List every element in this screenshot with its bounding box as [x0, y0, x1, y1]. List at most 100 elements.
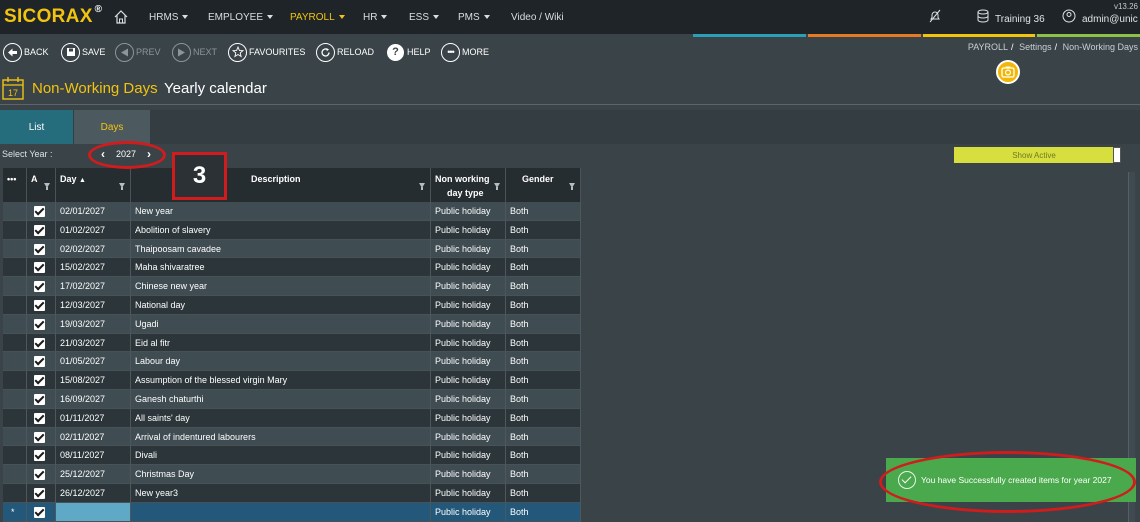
description-cell[interactable]: Abolition of slavery [131, 220, 431, 240]
description-cell[interactable]: Christmas Day [131, 465, 431, 484]
nav-video-wiki[interactable]: Video / Wiki [511, 12, 564, 23]
next-button[interactable]: NEXT [172, 42, 217, 62]
description-cell[interactable]: Maha shivaratree [131, 258, 431, 278]
table-row[interactable]: 02/11/2027 Arrival of indentured labourer… [3, 427, 581, 447]
save-button[interactable]: SAVE [61, 42, 105, 62]
table-row[interactable]: 26/12/2027 New year3 Public holiday Both [3, 483, 581, 503]
gender-cell[interactable]: Both [506, 277, 581, 296]
day-type-cell[interactable]: Public holiday [431, 258, 506, 278]
day-cell[interactable]: 02/02/2027 [56, 239, 131, 259]
description-cell[interactable]: All saints' day [131, 408, 431, 428]
more-button[interactable]: ••• MORE [441, 42, 489, 62]
show-active-toggle-handle[interactable] [1113, 147, 1121, 163]
active-checkbox[interactable] [34, 393, 45, 405]
favourites-button[interactable]: FAVOURITES [228, 42, 305, 62]
description-cell[interactable]: Eid al fitr [131, 333, 431, 353]
active-checkbox[interactable] [34, 356, 45, 368]
new-row[interactable]: * Public holiday Both [3, 502, 581, 522]
gender-cell[interactable]: Both [506, 295, 581, 315]
day-cell[interactable]: 26/12/2027 [56, 483, 131, 503]
back-button[interactable]: BACK [3, 42, 49, 62]
description-cell[interactable]: Arrival of indentured labourers [131, 427, 431, 447]
active-checkbox[interactable] [34, 318, 45, 330]
filter-icon[interactable] [119, 183, 125, 190]
description-cell[interactable]: Divali [131, 446, 431, 466]
nav-payroll[interactable]: PAYROLL [290, 12, 345, 23]
day-cell[interactable]: 12/03/2027 [56, 295, 131, 315]
day-cell[interactable]: 01/02/2027 [56, 220, 131, 240]
breadcrumb-payroll[interactable]: PAYROLL [968, 42, 1008, 52]
day-cell[interactable]: 08/11/2027 [56, 446, 131, 466]
active-checkbox[interactable] [34, 337, 45, 349]
active-checkbox[interactable] [34, 469, 45, 481]
nav-pms[interactable]: PMS [458, 12, 490, 23]
gender-cell[interactable]: Both [506, 258, 581, 278]
table-row[interactable]: 02/01/2027 New year Public holiday Both [3, 202, 581, 221]
day-type-cell[interactable]: Public holiday [431, 295, 506, 315]
table-row[interactable]: 19/03/2027 Ugadi Public holiday Both [3, 314, 581, 334]
table-row[interactable]: 01/02/2027 Abolition of slavery Public hol… [3, 220, 581, 240]
active-checkbox[interactable] [34, 299, 45, 311]
gender-cell[interactable]: Both [506, 465, 581, 484]
filter-icon[interactable] [44, 183, 50, 190]
active-checkbox[interactable] [34, 450, 45, 462]
description-cell[interactable]: Assumption of the blessed virgin Mary [131, 371, 431, 390]
nav-hrms[interactable]: HRMS [149, 12, 189, 23]
table-row[interactable]: 01/05/2027 Labour day Public holiday Both [3, 352, 581, 372]
day-type-cell[interactable]: Public holiday [431, 352, 506, 372]
gender-cell[interactable]: Both [506, 333, 581, 353]
gender-cell[interactable]: Both [506, 220, 581, 240]
active-checkbox[interactable] [34, 375, 45, 387]
description-cell[interactable]: Ugadi [131, 314, 431, 334]
day-cell[interactable]: 15/02/2027 [56, 258, 131, 278]
description-cell[interactable]: Thaipoosam cavadee [131, 239, 431, 259]
gender-cell[interactable]: Both [506, 427, 581, 447]
gender-cell[interactable]: Both [506, 483, 581, 503]
day-cell[interactable]: 15/08/2027 [56, 371, 131, 390]
gender-cell[interactable]: Both [506, 371, 581, 390]
day-type-cell[interactable]: Public holiday [431, 483, 506, 503]
day-type-cell[interactable]: Public holiday [431, 446, 506, 466]
day-cell[interactable]: 01/05/2027 [56, 352, 131, 372]
breadcrumb-settings[interactable]: Settings [1019, 42, 1052, 52]
active-checkbox[interactable] [34, 262, 45, 274]
user-label[interactable]: admin@unic [1082, 14, 1138, 25]
gender-cell[interactable]: Both [506, 408, 581, 428]
day-type-cell[interactable]: Public holiday [431, 333, 506, 353]
column-menu-header[interactable]: ••• [3, 168, 27, 202]
gender-cell[interactable]: Both [506, 314, 581, 334]
table-row[interactable]: 16/09/2027 Ganesh chaturthi Public holiday… [3, 389, 581, 409]
description-cell[interactable]: New year3 [131, 483, 431, 503]
bell-off-icon[interactable] [928, 9, 942, 23]
day-type-cell[interactable]: Public holiday [431, 239, 506, 259]
year-prev-icon[interactable]: ‹ [101, 147, 105, 161]
table-row[interactable]: 15/02/2027 Maha shivaratree Public holiday… [3, 258, 581, 278]
nav-ess[interactable]: ESS [409, 12, 440, 23]
gender-cell[interactable]: Both [506, 389, 581, 409]
day-type-cell[interactable]: Public holiday [431, 314, 506, 334]
table-row[interactable]: 08/11/2027 Divali Public holiday Both [3, 446, 581, 466]
active-checkbox[interactable] [34, 206, 45, 217]
active-checkbox[interactable] [34, 506, 45, 518]
table-row[interactable]: 12/03/2027 National day Public holiday Both [3, 295, 581, 315]
day-type-cell[interactable]: Public holiday [431, 220, 506, 240]
column-header-day-type[interactable]: Non working day type [431, 168, 506, 202]
description-cell[interactable]: New year [131, 202, 431, 221]
description-cell[interactable] [131, 502, 431, 522]
app-logo[interactable]: SICORAX ® [4, 4, 102, 28]
nav-employee[interactable]: EMPLOYEE [208, 12, 274, 23]
table-row[interactable]: 02/02/2027 Thaipoosam cavadee Public holid… [3, 239, 581, 259]
gender-cell[interactable]: Both [506, 502, 581, 522]
day-type-cell[interactable]: Public holiday [431, 371, 506, 390]
description-cell[interactable]: National day [131, 295, 431, 315]
home-icon[interactable] [113, 9, 129, 25]
nav-hr[interactable]: HR [363, 12, 388, 23]
day-type-cell[interactable]: Public holiday [431, 465, 506, 484]
active-checkbox[interactable] [34, 281, 45, 293]
description-cell[interactable]: Labour day [131, 352, 431, 372]
gender-cell[interactable]: Both [506, 352, 581, 372]
gender-cell[interactable]: Both [506, 239, 581, 259]
gender-cell[interactable]: Both [506, 202, 581, 221]
active-checkbox[interactable] [34, 243, 45, 255]
reload-button[interactable]: RELOAD [316, 42, 374, 62]
